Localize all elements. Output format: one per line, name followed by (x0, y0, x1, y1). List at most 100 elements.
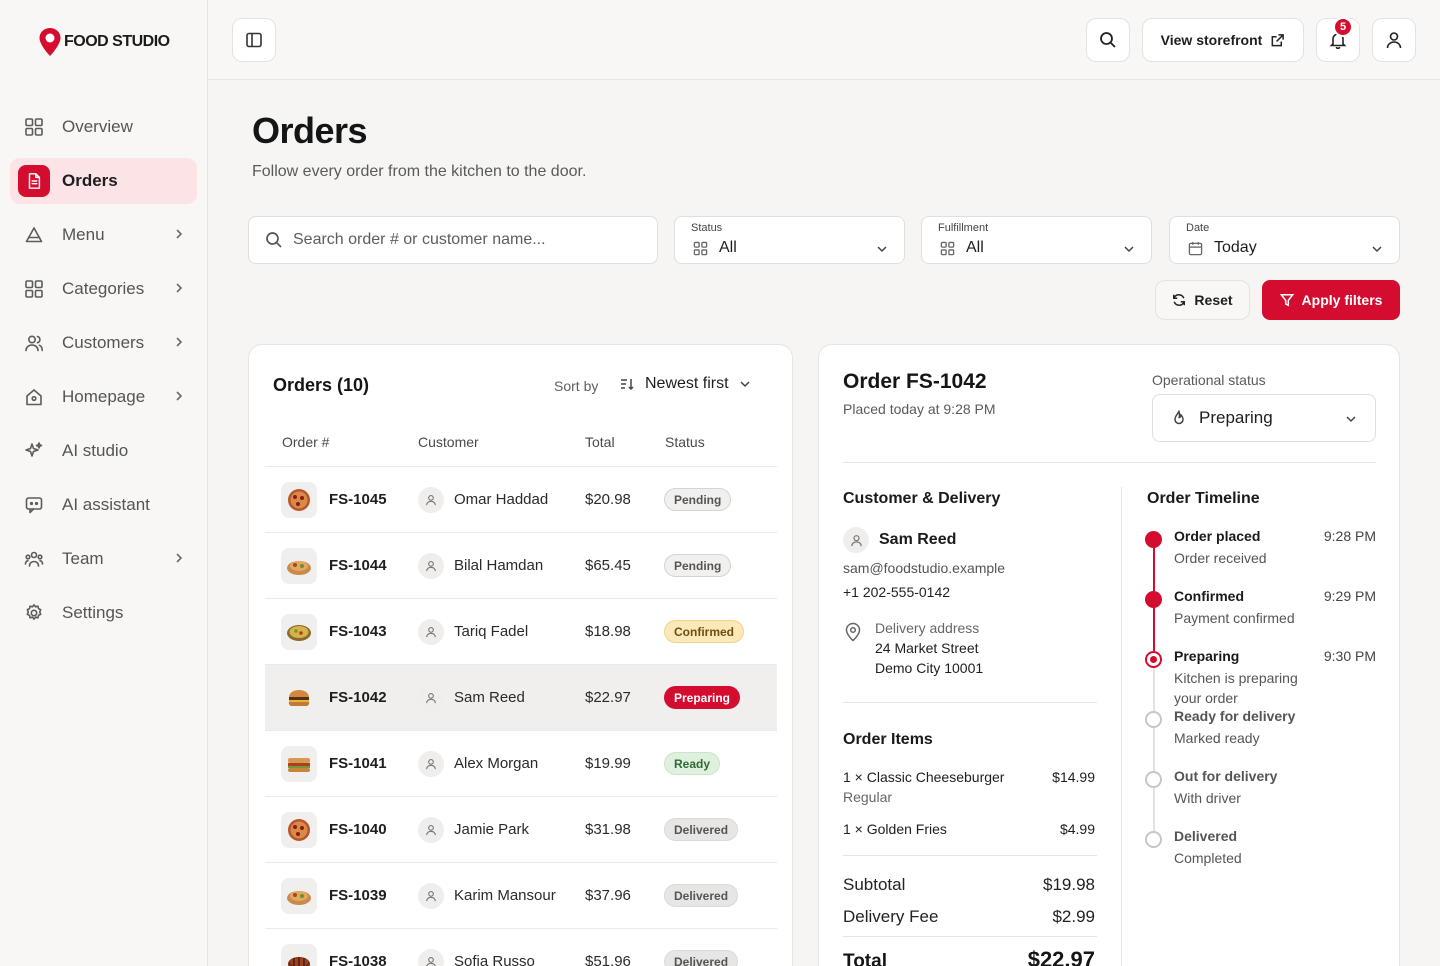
divider (843, 936, 1097, 937)
status-filter-value: All (719, 239, 737, 256)
table-row[interactable]: FS-1045 Omar Haddad $20.98 Pending (265, 466, 777, 532)
notifications-button[interactable]: 5 (1316, 17, 1360, 62)
toggle-sidebar-button[interactable] (232, 18, 276, 62)
timeline-status-dot (1145, 591, 1162, 608)
view-storefront-button[interactable]: View storefront (1142, 18, 1304, 62)
timeline-step-description: Marked ready (1174, 730, 1260, 746)
sort-select[interactable]: Newest first (619, 375, 751, 393)
sidebar-item-customers[interactable]: Customers (10, 320, 197, 366)
apply-filters-button[interactable]: Apply filters (1262, 280, 1400, 320)
sort-label: Sort by (554, 378, 599, 394)
order-item-price: $4.99 (1059, 821, 1095, 837)
table-row[interactable]: FS-1043 Tariq Fadel $18.98 Confirmed (265, 598, 777, 664)
customer-name: Karim Mansour (454, 887, 556, 904)
sidebar-item-menu[interactable]: Menu (10, 212, 197, 258)
order-id[interactable]: FS-1038 (329, 953, 387, 966)
chevron-right-icon (176, 337, 183, 347)
fulfillment-filter-value: All (966, 239, 984, 256)
table-row[interactable]: FS-1039 Karim Mansour $37.96 Delivered (265, 862, 777, 928)
reset-filters-button[interactable]: Reset (1155, 280, 1250, 320)
timeline-step-time: 9:29 PM (1323, 588, 1376, 604)
subtotal-label: Subtotal (843, 875, 906, 894)
operational-status-select[interactable]: Preparing (1152, 394, 1376, 442)
user-icon (426, 890, 436, 902)
sidebar-item-label: Homepage (62, 387, 146, 406)
sidebar-icon-wrap (24, 603, 44, 623)
timeline-connector (1153, 787, 1155, 831)
table-row[interactable]: FS-1044 Bilal Hamdan $65.45 Pending (265, 532, 777, 598)
sidebar-toggle-icon (246, 32, 262, 48)
order-id[interactable]: FS-1039 (329, 887, 387, 904)
user-icon (426, 956, 436, 966)
sidebar-item-homepage[interactable]: Homepage (10, 374, 197, 420)
sidebar-item-orders[interactable]: Orders (10, 158, 197, 204)
sidebar-item-overview[interactable]: Overview (10, 104, 197, 150)
order-total: $19.99 (585, 755, 631, 772)
sidebar-item-categories[interactable]: Categories (10, 266, 197, 312)
order-search-input[interactable] (293, 231, 633, 249)
order-id[interactable]: FS-1042 (329, 689, 387, 706)
divider (843, 462, 1376, 463)
user-icon (426, 560, 436, 572)
customer-avatar (418, 619, 444, 645)
customer-name: Bilal Hamdan (454, 557, 544, 574)
sidebar-nav: Overview Orders Menu Categories Customers Hom… (10, 104, 197, 644)
table-row[interactable]: FS-1038 Sofia Russo $51.96 Delivered (265, 928, 777, 966)
customer-avatar (418, 949, 444, 966)
date-filter-select[interactable]: Date Today (1169, 216, 1400, 264)
customer-name: Jamie Park (454, 821, 530, 838)
column-header-status: Status (665, 434, 705, 450)
order-total: $51.96 (585, 953, 631, 966)
customer-phone[interactable]: +1 202-555-0142 (843, 584, 950, 600)
order-search-field[interactable] (248, 216, 658, 264)
timeline-status-dot (1145, 711, 1162, 728)
subtotal-value: $19.98 (1043, 875, 1095, 894)
customer-name: Sofia Russo (454, 953, 535, 966)
customer-avatar (418, 751, 444, 777)
sidebar-item-team[interactable]: Team (10, 536, 197, 582)
order-id[interactable]: FS-1043 (329, 623, 387, 640)
brand-logo[interactable]: FOOD STUDIO (38, 27, 170, 57)
user-icon (426, 494, 436, 506)
food-platter-image (287, 891, 311, 905)
column-header-customer: Customer (418, 434, 479, 450)
customer-email[interactable]: sam@foodstudio.example (843, 560, 1005, 576)
timeline-step-time: 9:28 PM (1323, 528, 1376, 544)
table-row[interactable]: FS-1041 Alex Morgan $19.99 Ready (265, 730, 777, 796)
sidebar-item-settings[interactable]: Settings (10, 590, 197, 636)
fulfillment-filter-select[interactable]: Fulfillment All (921, 216, 1152, 264)
account-button[interactable] (1372, 18, 1416, 62)
sidebar-item-ai-studio[interactable]: AI studio (10, 428, 197, 474)
timeline-step-label: Preparing (1174, 648, 1240, 664)
orders-table-body: FS-1045 Omar Haddad $20.98 Pending FS-1044 Bi… (265, 466, 777, 966)
sidebar-icon-wrap (24, 387, 44, 407)
food-thumbnail (281, 944, 317, 966)
order-id[interactable]: FS-1041 (329, 755, 387, 772)
sidebar-item-ai-assistant[interactable]: AI assistant (10, 482, 197, 528)
address-line-2: Demo City 10001 (875, 660, 984, 676)
order-total: $20.98 (585, 491, 631, 508)
menu-food-icon (25, 227, 43, 243)
delivery-fee-label: Delivery Fee (843, 907, 939, 926)
status-filter-select[interactable]: Status All (674, 216, 905, 264)
status-badge: Pending (664, 488, 732, 511)
view-storefront-label: View storefront (1160, 32, 1263, 48)
operational-status-label: Operational status (1152, 372, 1266, 388)
food-thumbnail (281, 614, 317, 650)
table-row[interactable]: FS-1042 Sam Reed $22.97 Preparing (265, 664, 777, 730)
grid-icon (25, 280, 43, 298)
gear-icon (26, 604, 42, 620)
sidebar-item-label: Categories (62, 279, 145, 298)
customer-avatar (418, 685, 444, 711)
order-id[interactable]: FS-1040 (329, 821, 387, 838)
food-thumbnail (281, 548, 317, 584)
table-row[interactable]: FS-1040 Jamie Park $31.98 Delivered (265, 796, 777, 862)
search-button[interactable] (1086, 18, 1130, 62)
timeline-status-dot (1145, 651, 1162, 668)
order-id[interactable]: FS-1045 (329, 491, 387, 508)
food-pizza-image (288, 819, 310, 841)
sidebar-icon-wrap (24, 117, 44, 137)
order-id[interactable]: FS-1044 (329, 557, 387, 574)
total-value: $22.97 (1027, 947, 1095, 966)
flame-icon (1174, 410, 1184, 425)
